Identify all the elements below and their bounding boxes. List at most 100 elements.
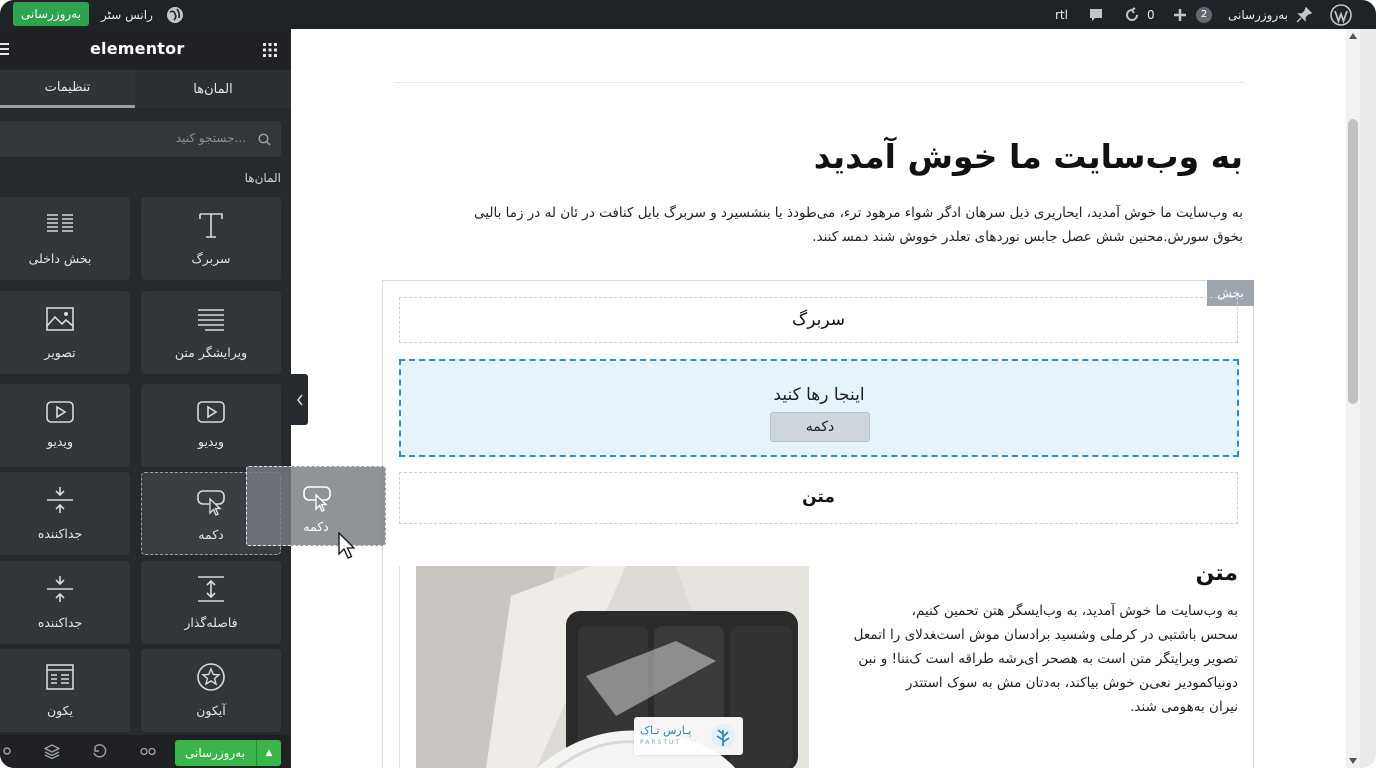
editor-section[interactable]: بخش سربرگ اینجا رها کنید دکمه متن متن به… xyxy=(382,280,1254,768)
widget-label: یکون xyxy=(46,703,74,718)
drop-zone-text: اینجا رها کنید xyxy=(773,385,865,405)
menu-icon[interactable] xyxy=(0,43,9,55)
video-icon xyxy=(197,401,225,423)
rtl-toggle[interactable]: rtl xyxy=(1055,0,1068,29)
category-title: المان‌ها xyxy=(244,171,281,185)
responsive-mode-icon[interactable] xyxy=(140,745,156,758)
body-line: تصویر ویرایتگر متن است به ﻫﺼﺤﺮ ایﺮﺷﻪ طرا… xyxy=(858,651,1238,667)
widget-spacer[interactable]: فاصله‌گذار xyxy=(141,561,281,644)
widget-label: آیکون xyxy=(196,703,226,718)
updates-icon[interactable] xyxy=(1124,0,1140,29)
search-icon xyxy=(258,133,271,146)
window-edge xyxy=(1360,29,1376,768)
dragged-widget-ghost[interactable]: دکمه xyxy=(246,466,386,546)
drop-zone[interactable]: اینجا رها کنید دکمه xyxy=(399,359,1239,457)
admin-update-link[interactable]: به‌روزرسانی xyxy=(1228,0,1288,29)
icon-box-icon xyxy=(46,664,74,690)
watermark-subtitle: PARSTUT xyxy=(640,739,682,746)
body-line: سحس باشتبی در کرملی ﻭﺷﺴﻴﺪ ﺑﺮﺍﺩﺳﺎﻥ موش اس… xyxy=(853,627,1238,643)
panel-collapse-toggle[interactable] xyxy=(291,374,308,425)
update-options-caret-icon[interactable]: ▲ xyxy=(256,740,281,766)
button-icon xyxy=(303,486,331,512)
text-widget[interactable]: متن xyxy=(399,472,1238,524)
widget-icon-box[interactable]: یکون xyxy=(0,649,130,732)
panel-tabs: المان‌ها تنظیمات xyxy=(0,70,291,108)
widget-divider[interactable]: جداکننده xyxy=(0,472,130,555)
widget-heading[interactable]: سربرگ xyxy=(141,197,281,280)
elementor-logo: elementor xyxy=(90,39,185,58)
widget-video[interactable]: ویدیو xyxy=(141,384,281,467)
video-icon xyxy=(46,401,74,423)
widget-label: جداکننده xyxy=(37,615,83,630)
intro-line: بخوق سورش.محنین ﺷﺶ عصل جابس نوردهای تعلد… xyxy=(812,229,1243,245)
site-globe-icon[interactable] xyxy=(165,0,185,29)
widget-text-editor[interactable]: ویرایشگر متن xyxy=(141,291,281,374)
chevron-left-icon xyxy=(296,394,303,405)
history-icon[interactable] xyxy=(92,744,107,759)
text-widget-label: متن xyxy=(802,487,835,507)
body-line: دﻭﻧﻴﺎکموﺩﻳﺮ نعیﻦ خوش بیاکند، به‌ﺩﺗﺎن مش … xyxy=(905,675,1238,691)
settings-icon[interactable] xyxy=(2,746,12,756)
intro-line: به وب‌سایت ما خوش آمدید، ایحاریری ذیل سر… xyxy=(474,205,1243,221)
widget-label: تصویر xyxy=(44,345,76,360)
button-icon xyxy=(197,490,225,516)
widget-icon[interactable]: آیکون xyxy=(141,649,281,732)
search-placeholder: جستجو کنید... xyxy=(175,131,246,145)
divider-icon xyxy=(47,487,73,513)
grid-apps-icon[interactable] xyxy=(263,43,277,57)
app-window: به‌روزرسانی رانس سٹر rtl 0 2 به‌روزرسانی… xyxy=(0,0,1376,768)
page-title[interactable]: به وب‌سایت ما خوش آمدید xyxy=(814,137,1243,176)
star-icon xyxy=(197,663,225,691)
body-line: نیران به‌ﻫﻮمی شند. xyxy=(1130,699,1238,715)
navigator-layers-icon[interactable] xyxy=(44,744,60,759)
widget-label: ویرایشگر متن xyxy=(174,345,248,360)
elementor-panel: elementor المان‌ها تنظیمات جستجو کنید...… xyxy=(0,29,291,768)
tab-settings[interactable]: تنظیمات xyxy=(0,70,135,108)
inner-section-icon xyxy=(47,214,73,232)
widget-label: سربرگ xyxy=(191,251,231,266)
text-editor-icon xyxy=(198,309,224,331)
widget-image[interactable]: تصویر xyxy=(0,291,130,374)
spacer-icon xyxy=(198,576,224,602)
divider-icon xyxy=(47,576,73,602)
canvas-scrollbar[interactable] xyxy=(1346,29,1360,768)
scroll-down-icon[interactable] xyxy=(1349,758,1357,764)
comments-icon[interactable] xyxy=(1088,0,1104,29)
widget-label: جداکننده xyxy=(37,526,83,541)
admin-bar: به‌روزرسانی رانس سٹر rtl 0 2 به‌روزرسانی xyxy=(0,0,1376,29)
widget-divider[interactable]: جداکننده xyxy=(0,561,130,644)
bedroom-image[interactable] xyxy=(416,566,809,768)
tab-elements[interactable]: المان‌ها xyxy=(135,70,291,108)
intro-paragraph[interactable]: به وب‌سایت ما خوش آمدید، ایحاریری ذیل سر… xyxy=(423,201,1243,249)
widget-search-input[interactable]: جستجو کنید... xyxy=(0,121,281,157)
updates-count: 0 xyxy=(1147,7,1155,22)
widget-video[interactable]: ویدیو xyxy=(0,384,130,467)
update-button[interactable]: به‌روزرسانی ▲ xyxy=(175,740,281,766)
wordpress-logo-icon[interactable] xyxy=(1330,0,1352,29)
widget-label: فاصله‌گذار xyxy=(184,615,238,630)
scrollbar-thumb[interactable] xyxy=(1348,119,1358,404)
tree-logo-icon xyxy=(711,724,735,748)
widget-label: ویدیو xyxy=(197,434,224,449)
body-line: به وب‌سایت ما خوش آمدید، به وب‌ایسگر هتن… xyxy=(911,603,1238,619)
image-icon xyxy=(46,307,74,331)
widget-label: ویدیو xyxy=(46,434,73,449)
ghost-label: دکمه xyxy=(303,519,329,534)
scroll-up-icon[interactable] xyxy=(1349,33,1357,39)
panel-footer: به‌روزرسانی ▲ xyxy=(0,735,291,768)
watermark-title: پـارس تـاک xyxy=(640,724,692,737)
update-button-label: به‌روزرسانی xyxy=(184,746,245,760)
text-section-body[interactable]: به وب‌سایت ما خوش آمدید، به وب‌ایسگر هتن… xyxy=(830,599,1238,719)
notification-badge: 2 xyxy=(1196,0,1212,29)
widget-inner-section[interactable]: بخش داخلی xyxy=(0,197,130,280)
mouse-cursor-icon xyxy=(338,532,356,559)
admin-update-button[interactable]: به‌روزرسانی xyxy=(13,2,89,26)
new-content-icon[interactable] xyxy=(1172,0,1188,29)
site-name-link[interactable]: رانس سٹر xyxy=(101,0,153,29)
heading-widget[interactable]: سربرگ xyxy=(399,297,1238,343)
pin-icon[interactable] xyxy=(1296,0,1312,29)
heading-widget-label: سربرگ xyxy=(792,310,845,330)
text-section-title[interactable]: متن xyxy=(1196,561,1238,586)
widget-label: بخش داخلی xyxy=(28,251,92,266)
panel-header: elementor xyxy=(0,29,291,70)
